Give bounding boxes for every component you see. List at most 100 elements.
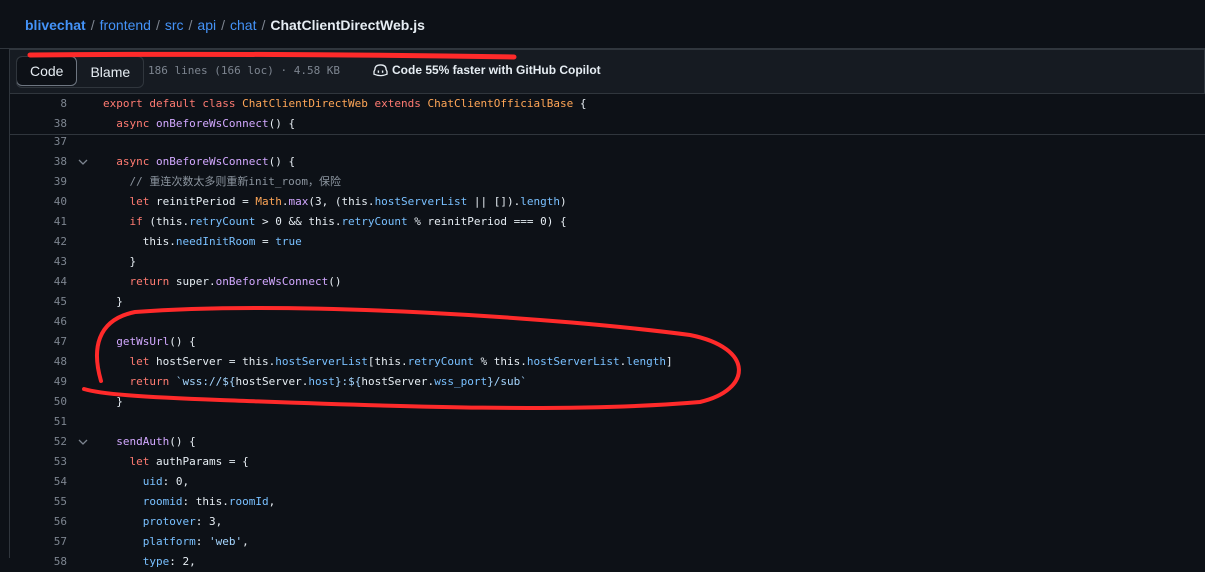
sticky-scroll-header: 8 export default class ChatClientDirectWe…	[10, 94, 1205, 135]
line-number[interactable]: 56	[17, 512, 67, 532]
line-number[interactable]: 38	[17, 114, 67, 134]
code-token: ,	[268, 495, 276, 508]
code-text: let reinitPeriod = Math.max(3, (this.hos…	[103, 192, 567, 212]
code-token: type	[103, 555, 170, 568]
breadcrumb-frontend-link[interactable]: frontend	[100, 17, 151, 33]
code-token: ChatClientOfficialBase	[427, 97, 574, 110]
code-token: export	[103, 97, 150, 110]
code-token: super.	[175, 275, 216, 288]
code-text: // 重连次数太多则重新init_room，保险	[103, 172, 340, 192]
line-number[interactable]: 51	[17, 412, 67, 432]
code-token: onBeforeWsConnect	[215, 275, 329, 288]
file-toolbar: Code Blame 186 lines (166 loc) · 4.58 KB…	[9, 49, 1205, 93]
code-token: {	[573, 97, 587, 110]
code-token: onBeforeWsConnect	[155, 155, 269, 168]
code-token: ]	[665, 355, 673, 368]
code-token: let	[103, 355, 156, 368]
code-token: this.	[103, 235, 176, 248]
code-token: () {	[169, 435, 196, 448]
code-token: host	[308, 375, 335, 388]
code-text: let hostServer = this.hostServerList[thi…	[103, 352, 673, 372]
line-number[interactable]: 54	[17, 472, 67, 492]
line-number[interactable]: 42	[17, 232, 67, 252]
line-number[interactable]: 55	[17, 492, 67, 512]
code-token: retryCount	[341, 215, 408, 228]
code-token: ,	[242, 535, 249, 548]
code-token: }	[103, 395, 123, 408]
code-token: max	[288, 195, 309, 208]
file-info: 186 lines (166 loc) · 4.58 KB	[148, 64, 341, 77]
breadcrumb-repo-link[interactable]: blivechat	[25, 17, 86, 33]
code-token: % this.	[473, 355, 527, 368]
line-number[interactable]: 8	[17, 94, 67, 114]
code-token: )	[560, 195, 567, 208]
line-number[interactable]: 40	[17, 192, 67, 212]
code-line: 58 type: 2,	[10, 552, 1205, 572]
breadcrumb-src-link[interactable]: src	[165, 17, 184, 33]
code-token: if	[103, 215, 150, 228]
code-token: extends	[367, 97, 428, 110]
line-number[interactable]: 41	[17, 212, 67, 232]
code-line: 44 return super.onBeforeWsConnect()	[10, 272, 1205, 292]
code-token: hostServerList	[275, 355, 368, 368]
code-text: if (this.retryCount > 0 && this.retryCou…	[103, 212, 567, 232]
line-number[interactable]: 44	[17, 272, 67, 292]
code-token: (3, (this.	[308, 195, 375, 208]
breadcrumb-file-name: ChatClientDirectWeb.js	[270, 17, 425, 33]
code-line: 42 this.needInitRoom = true	[10, 232, 1205, 252]
chevron-down-icon[interactable]	[76, 152, 90, 172]
line-number[interactable]: 58	[17, 552, 67, 572]
blame-tab-button[interactable]: Blame	[77, 57, 143, 87]
code-token: hostServerList	[374, 195, 468, 208]
line-number[interactable]: 37	[17, 132, 67, 152]
code-token: retryCount	[407, 355, 474, 368]
code-token: ()	[328, 275, 342, 288]
code-token: }:${	[334, 375, 362, 388]
code-token: uid	[103, 475, 163, 488]
code-token: hostServer.	[361, 375, 435, 388]
code-text: async onBeforeWsConnect() {	[103, 152, 295, 172]
code-token: }/sub`	[487, 375, 527, 388]
code-token: : 3,	[195, 515, 223, 528]
breadcrumb-chat-link[interactable]: chat	[230, 17, 256, 33]
line-number[interactable]: 49	[17, 372, 67, 392]
line-number[interactable]: 47	[17, 332, 67, 352]
chevron-down-icon[interactable]	[76, 432, 90, 452]
line-number[interactable]: 43	[17, 252, 67, 272]
code-line: 49 return `wss://${hostServer.host}:${ho…	[10, 372, 1205, 392]
line-number[interactable]: 48	[17, 352, 67, 372]
code-line: 47 getWsUrl() {	[10, 332, 1205, 352]
code-line: 45 }	[10, 292, 1205, 312]
code-text: roomid: this.roomId,	[103, 492, 275, 512]
code-tab-button[interactable]: Code	[17, 57, 78, 86]
code-text: uid: 0,	[103, 472, 189, 492]
line-number[interactable]: 46	[17, 312, 67, 332]
code-token: % reinitPeriod === 0) {	[407, 215, 567, 228]
copilot-text: Code 55% faster with GitHub Copilot	[392, 63, 601, 77]
code-token: }	[103, 255, 137, 268]
file-header: blivechat / frontend / src / api / chat / ChatClie…	[0, 0, 1205, 49]
breadcrumb-separator: /	[188, 17, 193, 33]
code-token: return	[103, 375, 176, 388]
copilot-promo[interactable]: Code 55% faster with GitHub Copilot	[373, 63, 601, 77]
line-number[interactable]: 39	[17, 172, 67, 192]
code-text: this.needInitRoom = true	[103, 232, 302, 252]
code-line: 38 async onBeforeWsConnect() {	[10, 152, 1205, 172]
code-viewer[interactable]: 8 export default class ChatClientDirectWe…	[9, 93, 1205, 568]
breadcrumb: blivechat / frontend / src / api / chat / ChatClie…	[25, 17, 425, 33]
line-number[interactable]: 38	[17, 152, 67, 172]
line-number[interactable]: 45	[17, 292, 67, 312]
line-number[interactable]: 52	[17, 432, 67, 452]
breadcrumb-api-link[interactable]: api	[197, 17, 216, 33]
code-token: reinitPeriod =	[155, 195, 256, 208]
code-token: : this.	[182, 495, 229, 508]
code-line: 52 sendAuth() {	[10, 432, 1205, 452]
line-number[interactable]: 50	[17, 392, 67, 412]
code-token: let	[103, 195, 156, 208]
code-text: }	[103, 252, 136, 272]
code-token: getWsUrl	[103, 335, 170, 348]
code-token: retryCount	[189, 215, 256, 228]
line-number[interactable]: 53	[17, 452, 67, 472]
line-number[interactable]: 57	[17, 532, 67, 552]
code-line: 38 async onBeforeWsConnect() {	[10, 114, 1205, 134]
